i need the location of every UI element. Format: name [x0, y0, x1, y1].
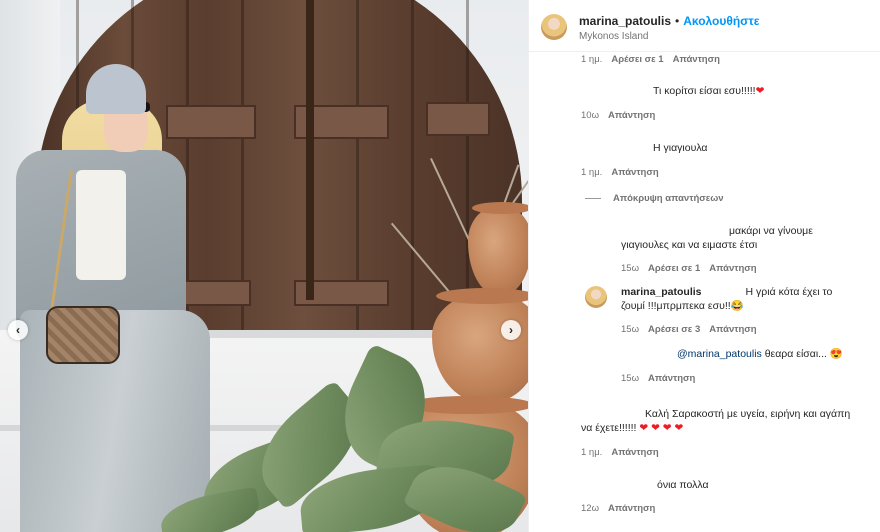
reply-button[interactable]: Απάντηση: [608, 110, 655, 121]
person-figure: [0, 60, 230, 532]
comments-panel: marina_patoulis • Ακολουθήστε Mykonos Isla…: [528, 0, 880, 532]
laughing-emoji-icon: 😂: [730, 300, 744, 312]
reply-button[interactable]: Απάντηση: [611, 447, 658, 458]
hide-replies-button[interactable]: Απόκρυψη απαντήσεων: [613, 193, 724, 204]
reply-text: @marina_patoulis θεαρα είσαι... 😍: [677, 347, 843, 361]
comment-meta: 1 ημ. Αρέσει σε 1 Απάντηση: [581, 54, 720, 65]
comment-meta: 1 ημ. Απάντηση: [581, 167, 659, 178]
comment-text: Η γιαγιουλα: [653, 142, 708, 154]
comment-body: Τι κορίτσι είσαι εσυ!!!!!: [653, 85, 756, 97]
likes-count[interactable]: Αρέσει σε 1: [648, 263, 700, 274]
avatar[interactable]: [585, 286, 607, 308]
carousel-next-icon[interactable]: ›: [501, 320, 521, 340]
comment-text: όνια πολλα: [657, 479, 709, 491]
carousel-prev-icon[interactable]: ‹: [8, 320, 28, 340]
beanie-hat: [86, 64, 146, 114]
location-link[interactable]: Mykonos Island: [579, 31, 648, 42]
mention-link[interactable]: @marina_patoulis: [677, 348, 762, 360]
reply-body: θεαρα είσαι...: [764, 348, 827, 360]
comment-time[interactable]: 12ω: [581, 503, 599, 514]
reply-line: γιαγιουλες και να ειμαστε έτσι: [621, 239, 758, 251]
clay-pot: [468, 205, 528, 295]
post-header: marina_patoulis • Ακολουθήστε Mykonos Isla…: [529, 0, 880, 52]
reply-button[interactable]: Απάντηση: [611, 167, 658, 178]
header-separator: •: [675, 14, 680, 28]
reply-button[interactable]: Απάντηση: [709, 263, 756, 274]
reply-text: marina_patoulis Η γριά κότα έχει το ζουμί…: [621, 285, 877, 313]
comment-time[interactable]: 15ω: [621, 263, 639, 274]
reply-button[interactable]: Απάντηση: [648, 373, 695, 384]
comment-line: να έχετε!!!!!!: [581, 422, 637, 434]
reply-username[interactable]: marina_patoulis: [621, 286, 702, 298]
reply-button[interactable]: Απάντηση: [608, 503, 655, 514]
avatar[interactable]: [541, 14, 567, 40]
comment-time[interactable]: 1 ημ.: [581, 54, 602, 65]
heart-eyes-emoji-icon: 😍: [829, 348, 843, 360]
reply-text: μακάρι να γίνουμε γιαγιουλες και να ειμα…: [621, 224, 871, 252]
likes-count[interactable]: Αρέσει σε 1: [611, 54, 663, 65]
likes-count[interactable]: Αρέσει σε 3: [648, 324, 700, 335]
comment-time[interactable]: 15ω: [621, 373, 639, 384]
reply-line: μακάρι να γίνουμε: [729, 225, 813, 237]
follow-button[interactable]: Ακολουθήστε: [683, 14, 759, 28]
hide-replies-divider: [585, 198, 601, 199]
comment-time[interactable]: 1 ημ.: [581, 447, 602, 458]
comment-text: Καλή Σαρακοστή με υγεία, ειρήνη και αγάπ…: [581, 407, 877, 435]
comment-text: Τι κορίτσι είσαι εσυ!!!!!❤: [653, 84, 764, 98]
reply-button[interactable]: Απάντηση: [709, 324, 756, 335]
comment-time[interactable]: 15ω: [621, 324, 639, 335]
comment-meta: 10ω Απάντηση: [581, 110, 655, 121]
reply-button[interactable]: Απάντηση: [673, 54, 720, 65]
reply-line: Η γριά κότα έχει το: [745, 286, 833, 298]
comment-meta: 1 ημ. Απάντηση: [581, 447, 659, 458]
comment-meta: 12ω Απάντηση: [581, 503, 655, 514]
comment-time[interactable]: 1 ημ.: [581, 167, 602, 178]
reply-meta: 15ω Αρέσει σε 3 Απάντηση: [621, 324, 757, 335]
reply-line: ζουμί !!!μπρμπεκα εσυ!!: [621, 300, 731, 312]
header-username[interactable]: marina_patoulis: [579, 14, 671, 28]
comment-time[interactable]: 10ω: [581, 110, 599, 121]
handbag: [46, 306, 120, 364]
comment-line: Καλή Σαρακοστή με υγεία, ειρήνη και αγάπ…: [645, 408, 851, 420]
reply-meta: 15ω Απάντηση: [621, 373, 695, 384]
heart-emoji-icon: ❤: [755, 85, 765, 97]
reply-meta: 15ω Αρέσει σε 1 Απάντηση: [621, 263, 757, 274]
post-photo: ‹ ›: [0, 0, 528, 532]
heart-emoji-icon: ❤ ❤ ❤ ❤: [639, 422, 684, 434]
